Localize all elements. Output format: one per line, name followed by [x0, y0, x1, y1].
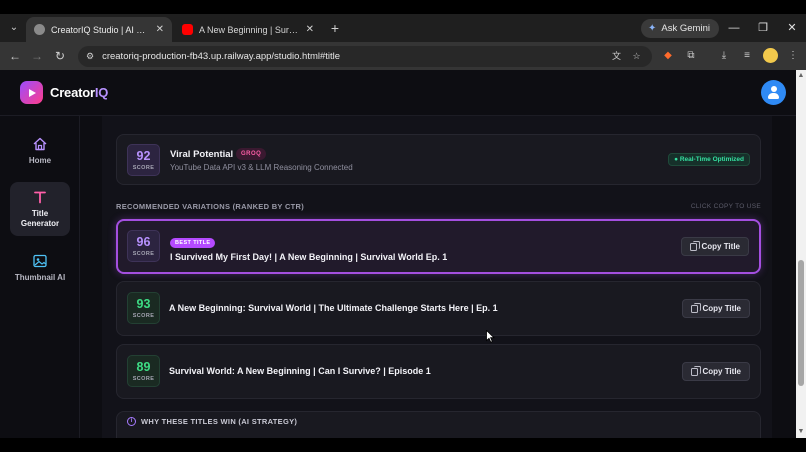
sidebar-label: Home: [28, 156, 52, 165]
sidebar-item-title-generator[interactable]: Title Generator: [10, 182, 70, 236]
info-icon: i: [127, 417, 136, 426]
variation-score-box: 89 SCORE: [127, 355, 160, 387]
mouse-cursor-icon: [486, 330, 495, 343]
home-icon: [33, 137, 47, 151]
browser-tabstrip: ⌄ CreatorIQ Studio | AI Title Intelli ✕ …: [0, 14, 806, 42]
copy-title-label: Copy Title: [702, 304, 741, 313]
tab-close-icon[interactable]: ✕: [156, 24, 164, 35]
forward-arrow-icon[interactable]: →: [29, 48, 45, 64]
score-label: SCORE: [132, 251, 155, 257]
copy-title-button[interactable]: Copy Title: [682, 362, 750, 381]
sidebar-label: Thumbnail AI: [14, 273, 66, 282]
variation-card[interactable]: 89 SCORE Survival World: A New Beginning…: [116, 344, 761, 399]
variation-title: A New Beginning: Survival World | The Ul…: [169, 303, 498, 313]
sidebar-item-home[interactable]: Home: [10, 128, 70, 174]
copy-title-button[interactable]: Copy Title: [682, 299, 750, 318]
url-text: creatoriq-production-fb43.up.railway.app…: [102, 51, 341, 62]
user-avatar[interactable]: [761, 80, 786, 105]
variation-score-value: 96: [136, 235, 151, 249]
media-queue-icon[interactable]: ≡: [739, 48, 755, 64]
variation-score-box: 96 SCORE: [127, 230, 160, 262]
main-content: 92 SCORE Viral Potential GROQ YouTube Da…: [102, 116, 772, 438]
copy-title-label: Copy Title: [702, 367, 741, 376]
tab-label: A New Beginning | Survival Wo: [199, 24, 300, 35]
image-icon: [33, 254, 47, 268]
download-icon[interactable]: ⤓: [716, 48, 732, 64]
tab-search-chevron-icon[interactable]: ⌄: [6, 20, 22, 36]
extensions-puzzle-icon[interactable]: ⧉: [683, 48, 699, 64]
ai-strategy-heading: WHY THESE TITLES WIN (AI STRATEGY): [141, 417, 298, 426]
browser-profile-avatar[interactable]: [763, 48, 778, 63]
brand-logo-text[interactable]: CreatorIQ: [50, 85, 108, 100]
address-bar[interactable]: ⚙ creatoriq-production-fb43.up.railway.a…: [78, 46, 652, 67]
browser-tab-youtube[interactable]: A New Beginning | Survival Wo ✕: [174, 17, 322, 42]
ask-gemini-button[interactable]: ✦ Ask Gemini: [641, 19, 719, 38]
logo-play-icon: [20, 81, 43, 104]
variation-title: I Survived My First Day! | A New Beginni…: [170, 252, 448, 262]
sidebar: Home Title Generator Thumbnail AI: [0, 116, 80, 438]
user-icon: [770, 86, 777, 92]
ai-strategy-card: i WHY THESE TITLES WIN (AI STRATEGY): [116, 411, 761, 438]
sidebar-label: Title: [31, 209, 49, 218]
realtime-status-badge: ● Real-Time Optimized: [668, 153, 750, 166]
translate-icon[interactable]: 文: [609, 49, 624, 64]
viral-potential-card: 92 SCORE Viral Potential GROQ YouTube Da…: [116, 134, 761, 185]
youtube-icon: [182, 24, 193, 35]
scroll-up-arrow-icon[interactable]: ▲: [797, 72, 805, 80]
site-info-icon[interactable]: ⚙: [86, 51, 94, 62]
browser-tab-creatoriq[interactable]: CreatorIQ Studio | AI Title Intelli ✕: [26, 17, 172, 42]
viral-score-box: 92 SCORE: [127, 144, 160, 176]
screen: ⌄ CreatorIQ Studio | AI Title Intelli ✕ …: [0, 0, 806, 452]
viral-potential-subtitle: YouTube Data API v3 & LLM Reasoning Conn…: [170, 163, 353, 172]
page-scrollbar[interactable]: ▲ ▼: [796, 70, 806, 438]
text-t-icon: [34, 191, 46, 204]
gemini-spark-icon: ✦: [648, 23, 657, 34]
copy-icon: [691, 302, 701, 313]
variation-card-best[interactable]: 96 SCORE BEST TITLE I Survived My First …: [116, 219, 761, 274]
app-header: CreatorIQ: [0, 70, 796, 116]
variation-score-value: 89: [136, 360, 151, 374]
window-close-icon[interactable]: ✕: [782, 18, 802, 38]
viral-score-value: 92: [136, 149, 151, 163]
copy-title-label: Copy Title: [701, 242, 740, 251]
copy-title-button[interactable]: Copy Title: [681, 237, 749, 256]
new-tab-plus-icon[interactable]: +: [328, 19, 342, 37]
browser-toolbar: ← → ↻ ⚙ creatoriq-production-fb43.up.rai…: [0, 42, 806, 70]
viral-potential-title: Viral Potential: [170, 149, 234, 160]
app-viewport: CreatorIQ Home Title Generator Thumbnail…: [0, 70, 796, 438]
score-label: SCORE: [132, 165, 155, 171]
bookmark-star-icon[interactable]: ☆: [629, 49, 644, 64]
variation-score-value: 93: [136, 297, 151, 311]
sidebar-item-thumbnail-ai[interactable]: Thumbnail AI: [10, 248, 70, 288]
groq-badge: GROQ: [236, 148, 267, 160]
score-label: SCORE: [132, 376, 155, 382]
copy-icon: [691, 365, 701, 376]
scrollbar-thumb[interactable]: [798, 260, 804, 386]
best-title-badge: BEST TITLE: [170, 238, 216, 248]
variations-hint: CLICK COPY TO USE: [690, 203, 761, 210]
score-label: SCORE: [132, 313, 155, 319]
variation-score-box: 93 SCORE: [127, 292, 160, 324]
browser-menu-kebab-icon[interactable]: ⋮: [785, 48, 801, 64]
scroll-down-arrow-icon[interactable]: ▼: [797, 428, 805, 436]
variations-heading: RECOMMENDED VARIATIONS (RANKED BY CTR): [116, 202, 305, 211]
extension-fox-icon[interactable]: ◆: [660, 48, 676, 64]
reload-icon[interactable]: ↻: [52, 48, 68, 64]
variation-title: Survival World: A New Beginning | Can I …: [169, 366, 431, 376]
tab-close-icon[interactable]: ✕: [306, 24, 314, 35]
tab-label: CreatorIQ Studio | AI Title Intelli: [51, 24, 150, 35]
copy-icon: [690, 240, 700, 251]
minimize-icon[interactable]: —: [724, 18, 744, 38]
sidebar-label-line2: Generator: [20, 219, 60, 228]
restore-icon[interactable]: ❐: [753, 18, 773, 38]
back-arrow-icon[interactable]: ←: [7, 48, 23, 64]
gemini-label: Ask Gemini: [661, 23, 710, 34]
variation-card[interactable]: 93 SCORE A New Beginning: Survival World…: [116, 281, 761, 336]
globe-icon: [34, 24, 45, 35]
